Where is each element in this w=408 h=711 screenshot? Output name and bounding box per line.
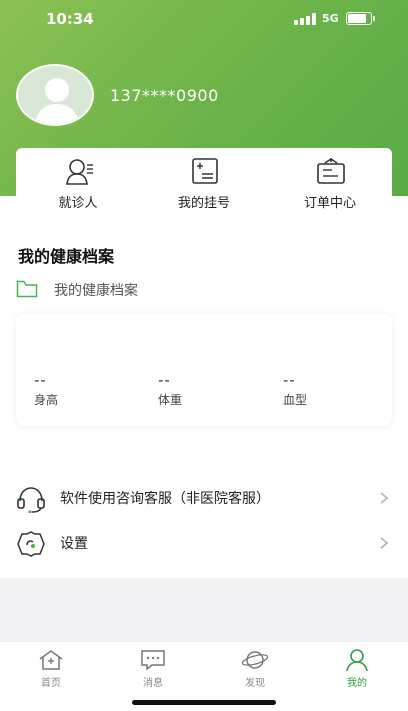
chevron-right-icon (380, 537, 389, 549)
tab-label: 发现 (245, 678, 265, 689)
network-type: 5G (322, 12, 339, 25)
signal-icon (294, 13, 316, 25)
quick-item-patients[interactable]: 就诊人 (18, 148, 138, 211)
profile-icon (346, 649, 368, 672)
registration-icon (192, 158, 218, 184)
list-item-settings[interactable]: 设置 (16, 527, 392, 561)
quick-item-orders[interactable]: 订单中心 (270, 148, 390, 211)
user-phone: 137****0900 (110, 86, 219, 105)
message-icon (141, 650, 165, 671)
patient-icon (66, 159, 93, 185)
list-item-label: 设置 (60, 536, 88, 552)
metric-value: -- (283, 371, 296, 389)
home-indicator (132, 700, 276, 705)
quick-item-label: 订单中心 (303, 196, 356, 211)
quick-menu: 就诊人 我的挂号 订单中心 (16, 148, 392, 211)
chevron-right-icon (380, 492, 389, 504)
avatar[interactable] (16, 64, 94, 126)
list-item-support[interactable]: 软件使用咨询客服（非医院客服） (16, 482, 392, 516)
metric-weight: -- 体重 (158, 371, 278, 408)
metric-blood-type: -- 血型 (283, 371, 403, 408)
quick-item-label: 就诊人 (58, 196, 98, 211)
discover-icon (241, 651, 269, 669)
tab-label: 消息 (143, 678, 163, 689)
metric-label: 体重 (158, 393, 183, 407)
tab-discover[interactable]: 发现 (204, 648, 306, 689)
home-icon (39, 650, 63, 670)
metric-label: 血型 (283, 393, 308, 407)
metric-value: -- (158, 371, 171, 389)
tab-profile[interactable]: 我的 (306, 648, 408, 689)
battery-icon (346, 12, 375, 25)
health-section-title: 我的健康档案 (18, 247, 115, 266)
tab-messages[interactable]: 消息 (102, 648, 204, 689)
quick-item-registration[interactable]: 我的挂号 (144, 148, 264, 211)
folder-icon (16, 280, 38, 298)
tab-home[interactable]: 首页 (0, 648, 102, 689)
status-bar: 10:34 5G (0, 0, 408, 40)
status-time: 10:34 (46, 10, 94, 28)
metric-label: 身高 (34, 393, 59, 407)
list-item-label: 软件使用咨询客服（非医院客服） (60, 491, 270, 507)
health-metrics-card: -- 身高 -- 体重 -- 血型 (16, 313, 392, 426)
tab-label: 我的 (347, 678, 367, 689)
headset-icon (17, 487, 45, 513)
metric-height: -- 身高 (34, 371, 154, 408)
tab-label: 首页 (41, 678, 61, 689)
order-icon (317, 158, 345, 184)
metric-value: -- (34, 371, 47, 389)
health-record-label: 我的健康档案 (54, 283, 138, 299)
quick-item-label: 我的挂号 (177, 196, 230, 211)
settings-icon (17, 531, 45, 557)
